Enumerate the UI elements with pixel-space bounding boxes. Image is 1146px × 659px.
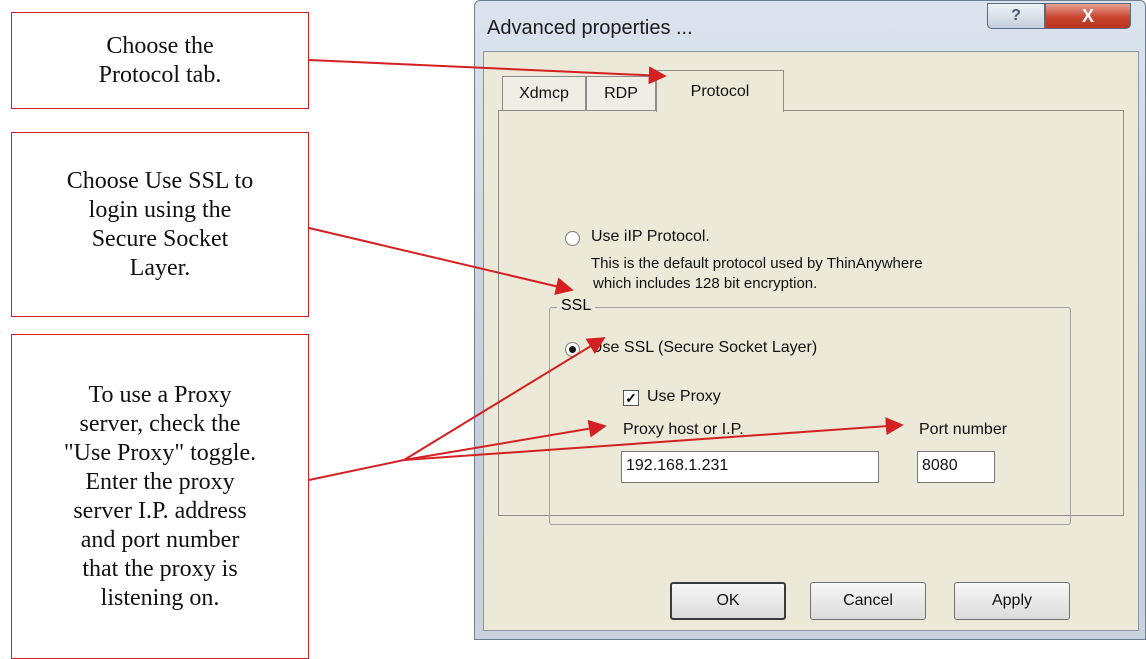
callout-text: that the proxy is bbox=[82, 555, 238, 582]
tab-label: Protocol bbox=[690, 82, 750, 100]
tab-protocol[interactable]: Protocol bbox=[656, 70, 784, 112]
callout-text: listening on. bbox=[100, 584, 220, 611]
callout-text: and port number bbox=[80, 526, 240, 553]
port-number-input[interactable]: 8080 bbox=[917, 451, 995, 483]
callout-text: login using the bbox=[88, 196, 232, 223]
proxy-host-input[interactable]: 192.168.1.231 bbox=[621, 451, 879, 483]
callout-text: Secure Socket bbox=[91, 225, 229, 252]
check-icon: ✓ bbox=[625, 390, 637, 406]
ok-button[interactable]: OK bbox=[670, 582, 786, 620]
dialog-client-area: Xdmcp RDP Protocol Use iIP Protocol. Thi… bbox=[483, 51, 1139, 631]
callout-text: Layer. bbox=[129, 254, 191, 281]
ilp-protocol-description: This is the default protocol used by Thi… bbox=[591, 255, 923, 272]
callout-text: To use a Proxy bbox=[88, 381, 232, 408]
callout-protocol-tab: Choose the Protocol tab. bbox=[11, 12, 309, 109]
callout-text: "Use Proxy" toggle. bbox=[63, 439, 257, 466]
tab-rdp[interactable]: RDP bbox=[586, 76, 656, 110]
tab-xdmcp[interactable]: Xdmcp bbox=[502, 76, 586, 110]
button-label: OK bbox=[716, 592, 740, 609]
cancel-button[interactable]: Cancel bbox=[810, 582, 926, 620]
protocol-tab-panel: Use iIP Protocol. This is the default pr… bbox=[498, 110, 1124, 525]
use-proxy-label[interactable]: Use Proxy bbox=[647, 388, 721, 406]
callout-use-ssl: Choose Use SSL to login using the Secure… bbox=[11, 132, 309, 317]
callout-text: Choose Use SSL to bbox=[66, 167, 254, 194]
callout-text: Enter the proxy bbox=[85, 468, 235, 495]
use-ssl-label[interactable]: Use SSL (Secure Socket Layer) bbox=[591, 339, 817, 357]
advanced-properties-dialog: Advanced properties ... ? X Xdmcp RDP Pr… bbox=[474, 0, 1146, 640]
ilp-protocol-radio[interactable] bbox=[565, 231, 580, 246]
title-bar[interactable]: Advanced properties ... ? X bbox=[475, 1, 1145, 51]
use-ssl-radio[interactable] bbox=[565, 342, 580, 357]
close-button[interactable]: X bbox=[1045, 3, 1131, 29]
port-number-label: Port number bbox=[919, 421, 1008, 438]
apply-button[interactable]: Apply bbox=[954, 582, 1070, 620]
proxy-host-label: Proxy host or I.P. bbox=[623, 421, 744, 438]
ilp-protocol-description: which includes 128 bit encryption. bbox=[593, 275, 818, 292]
window-title: Advanced properties ... bbox=[487, 17, 693, 39]
callout-text: Protocol tab. bbox=[98, 61, 222, 88]
callout-text: server I.P. address bbox=[73, 497, 247, 524]
use-proxy-checkbox[interactable]: ✓ bbox=[623, 390, 639, 406]
help-button[interactable]: ? bbox=[987, 3, 1045, 29]
help-icon: ? bbox=[1011, 7, 1021, 24]
button-label: Apply bbox=[991, 592, 1033, 609]
button-label: Cancel bbox=[843, 592, 893, 609]
tab-label: RDP bbox=[604, 84, 638, 102]
callout-text: server, check the bbox=[79, 410, 241, 437]
ilp-protocol-label[interactable]: Use iIP Protocol. bbox=[591, 228, 710, 246]
ssl-group-title: SSL bbox=[557, 297, 596, 315]
close-icon: X bbox=[1081, 5, 1094, 26]
callout-use-proxy: To use a Proxy server, check the "Use Pr… bbox=[11, 334, 309, 659]
arrow-stem bbox=[308, 459, 405, 481]
tab-label: Xdmcp bbox=[519, 84, 569, 102]
callout-text: Choose the bbox=[106, 32, 214, 59]
